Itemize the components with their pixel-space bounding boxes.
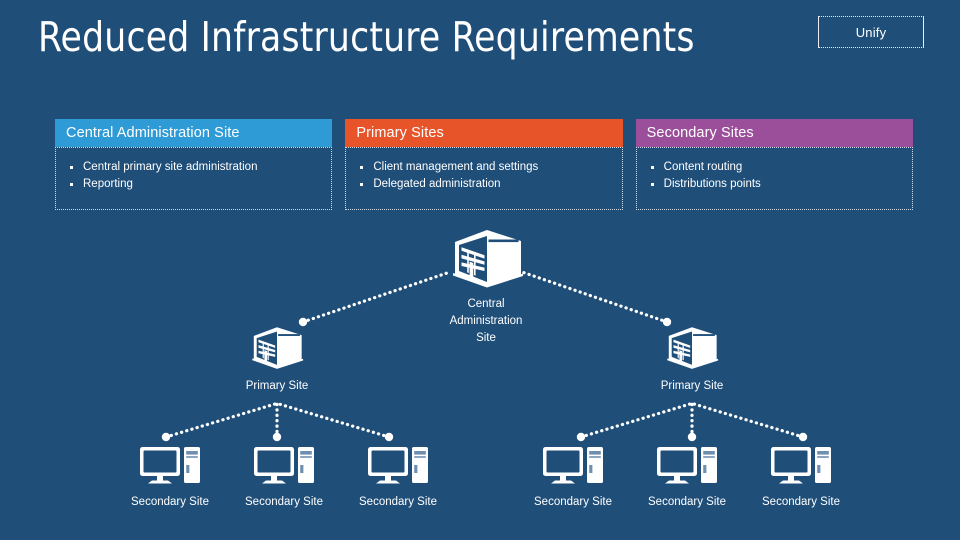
secondary-site-label-4: Secondary Site [534, 496, 612, 508]
connector-primary-right-to-secondary-3 [692, 402, 805, 439]
datacenter-building-icon [252, 327, 304, 369]
desktop-computer-icon [543, 447, 603, 484]
page-title: Reduced Infrastructure Requirements [38, 13, 695, 61]
list-item: Distributions points [647, 176, 902, 193]
card-secondary-sites: Secondary Sites Content routing Distribu… [635, 119, 913, 210]
connector-primary-left-to-secondary-3 [277, 402, 391, 439]
secondary-site-label-3: Secondary Site [359, 496, 437, 508]
primary-site-label-right: Primary Site [660, 380, 724, 392]
desktop-computer-icon [657, 447, 717, 484]
secondary-site-node-2 [253, 445, 315, 489]
secondary-site-node-3 [367, 445, 429, 489]
card-body-central-administration-site: Central primary site administration Repo… [55, 147, 333, 210]
card-header-primary-sites: Primary Sites [345, 119, 623, 147]
unify-stamp-label: Unify [855, 24, 887, 40]
central-administration-site-label: Central Administration Site [449, 298, 523, 344]
secondary-site-label-6: Secondary Site [762, 496, 840, 508]
card-header-central-administration-site: Central Administration Site [55, 119, 333, 147]
secondary-site-label-5: Secondary Site [648, 496, 726, 508]
list-item: Central primary site administration [66, 159, 321, 176]
primary-site-node-right [663, 325, 721, 370]
secondary-site-label-2: Secondary Site [245, 496, 323, 508]
desktop-computer-icon [140, 447, 200, 484]
desktop-computer-icon [368, 447, 428, 484]
slide-canvas: Reduced Infrastructure Requirements Unif… [0, 0, 960, 540]
card-body-primary-sites: Client management and settings Delegated… [345, 147, 623, 210]
card-central-administration-site: Central Administration Site Central prim… [55, 119, 333, 210]
card-header-secondary-sites: Secondary Sites [635, 119, 913, 147]
card-primary-sites: Primary Sites Client management and sett… [345, 119, 623, 210]
desktop-computer-icon [771, 447, 831, 484]
list-item: Content routing [647, 159, 902, 176]
card-row: Central Administration Site Central prim… [55, 119, 913, 210]
connector-primary-right-to-secondary-1 [579, 402, 692, 439]
secondary-site-node-1 [139, 445, 201, 489]
unify-stamp: Unify [818, 16, 924, 48]
list-item: Reporting [66, 176, 321, 193]
secondary-site-label-1: Secondary Site [131, 496, 209, 508]
secondary-site-node-6 [770, 445, 832, 489]
list-item: Client management and settings [356, 159, 611, 176]
datacenter-building-icon [453, 230, 523, 288]
card-body-secondary-sites: Content routing Distributions points [635, 147, 913, 210]
secondary-site-node-4 [542, 445, 604, 489]
primary-site-node-left [248, 325, 306, 370]
secondary-site-node-5 [656, 445, 718, 489]
list-item: Delegated administration [356, 176, 611, 193]
datacenter-building-icon [667, 327, 719, 369]
connector-primary-left-to-secondary-1 [164, 402, 277, 439]
central-administration-site-node [447, 228, 527, 288]
primary-site-label-left: Primary Site [245, 380, 309, 392]
desktop-computer-icon [254, 447, 314, 484]
